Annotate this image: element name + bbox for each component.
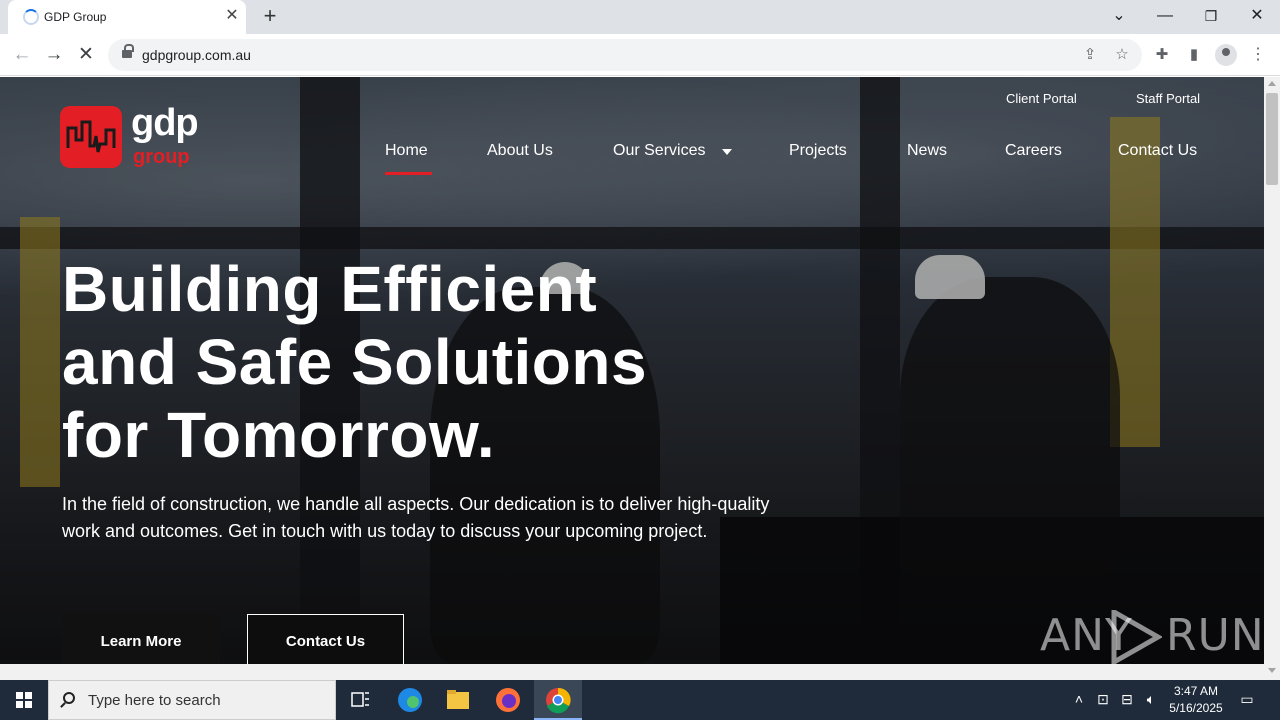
- nav-home[interactable]: Home: [385, 142, 428, 160]
- hero-title: Building Efficient and Safe Solutions fo…: [62, 253, 822, 472]
- network-icon[interactable]: ⊟: [1118, 690, 1136, 708]
- restore-button[interactable]: ❐: [1196, 4, 1226, 28]
- scroll-up-arrow-icon[interactable]: [1268, 81, 1276, 86]
- tab-strip: GDP Group ✕ + ⌄ — ❐ ✕: [0, 0, 1280, 34]
- new-tab-button[interactable]: +: [258, 5, 282, 29]
- page-viewport: gdp group Client Portal Staff Portal Hom…: [0, 77, 1264, 664]
- profile-avatar-icon[interactable]: [1215, 44, 1237, 66]
- edge-icon: [398, 688, 422, 712]
- task-view-button[interactable]: [336, 680, 384, 720]
- scroll-down-arrow-icon[interactable]: [1268, 668, 1276, 673]
- hero-title-line: and Safe Solutions: [62, 326, 648, 398]
- search-placeholder: Type here to search: [88, 692, 221, 709]
- tab-title: GDP Group: [44, 10, 107, 24]
- skyline-icon: [66, 120, 116, 153]
- chevron-down-icon[interactable]: [722, 149, 732, 155]
- file-explorer-button[interactable]: [434, 680, 482, 720]
- hero-title-line: for Tomorrow.: [62, 399, 496, 471]
- staff-portal-link[interactable]: Staff Portal: [1136, 91, 1200, 106]
- nav-about-us[interactable]: About Us: [487, 142, 553, 160]
- windows-taskbar: Type here to search ˄ ⊡ ⊟ 🔈︎ 3:47 AM 5/1…: [0, 680, 1280, 720]
- lock-icon[interactable]: [122, 44, 134, 60]
- nav-contact-us[interactable]: Contact Us: [1118, 142, 1197, 160]
- device-icon[interactable]: ⊡: [1094, 690, 1112, 708]
- learn-more-button[interactable]: Learn More: [62, 614, 220, 664]
- logo-mark-icon: [60, 106, 122, 168]
- address-bar[interactable]: gdpgroup.com.au ⇪ ☆: [108, 39, 1142, 71]
- nav-active-indicator: [385, 172, 432, 175]
- browser-tab[interactable]: GDP Group ✕: [8, 0, 246, 34]
- taskbar-search-box[interactable]: Type here to search: [48, 680, 336, 720]
- extensions-puzzle-icon[interactable]: ✚: [1152, 45, 1172, 65]
- chrome-icon: [546, 687, 571, 714]
- loading-spinner-icon: [23, 9, 39, 25]
- nav-projects[interactable]: Projects: [789, 142, 847, 160]
- close-tab-icon[interactable]: ✕: [222, 6, 242, 26]
- clock-time[interactable]: 3:47 AM: [1164, 684, 1228, 698]
- close-window-button[interactable]: ✕: [1242, 4, 1272, 28]
- forward-button[interactable]: →: [42, 43, 66, 67]
- browser-toolbar: ← → ✕ gdpgroup.com.au ⇪ ☆ ✚ ▮ ⋮: [0, 34, 1280, 76]
- chevron-up-icon[interactable]: ˄: [1070, 690, 1088, 708]
- clock-date[interactable]: 5/16/2025: [1164, 701, 1228, 715]
- notifications-icon[interactable]: ▭: [1238, 690, 1256, 708]
- bookmark-star-icon[interactable]: ☆: [1112, 45, 1132, 65]
- task-view-icon: [351, 692, 369, 707]
- folder-icon: [447, 690, 469, 709]
- client-portal-link[interactable]: Client Portal: [1006, 91, 1077, 106]
- start-button[interactable]: [0, 680, 48, 720]
- nav-careers[interactable]: Careers: [1005, 142, 1062, 160]
- logo-subtext: group: [133, 146, 190, 168]
- more-menu-icon[interactable]: ⋮: [1250, 45, 1266, 65]
- nav-news[interactable]: News: [907, 142, 947, 160]
- side-panel-icon[interactable]: ▮: [1184, 45, 1204, 65]
- volume-icon[interactable]: 🔈︎: [1142, 690, 1160, 708]
- nav-our-services[interactable]: Our Services: [613, 142, 705, 160]
- back-button[interactable]: ←: [10, 43, 34, 67]
- contact-us-button[interactable]: Contact Us: [247, 614, 404, 664]
- url-text[interactable]: gdpgroup.com.au: [142, 47, 251, 63]
- stop-loading-button[interactable]: ✕: [74, 43, 98, 67]
- share-icon[interactable]: ⇪: [1080, 45, 1100, 65]
- firefox-app-button[interactable]: [484, 680, 532, 720]
- watermark-text-run: RUN: [1166, 610, 1264, 661]
- edge-app-button[interactable]: [386, 680, 434, 720]
- firefox-icon: [496, 688, 520, 712]
- tab-search-icon[interactable]: ⌄: [1104, 4, 1134, 28]
- logo-wordmark: gdp: [131, 102, 199, 144]
- search-icon: [63, 692, 75, 704]
- page-bottom-strip: [0, 664, 1264, 680]
- hero-title-line: Building Efficient: [62, 253, 598, 325]
- chrome-app-button[interactable]: [534, 680, 582, 720]
- vertical-scrollbar[interactable]: [1264, 77, 1280, 680]
- hero-description: In the field of construction, we handle …: [62, 494, 770, 541]
- windows-logo-icon: [16, 692, 32, 708]
- minimize-button[interactable]: —: [1150, 4, 1180, 28]
- play-icon: [1111, 610, 1162, 664]
- gdp-logo[interactable]: gdp group: [60, 102, 220, 176]
- scroll-thumb[interactable]: [1266, 93, 1278, 185]
